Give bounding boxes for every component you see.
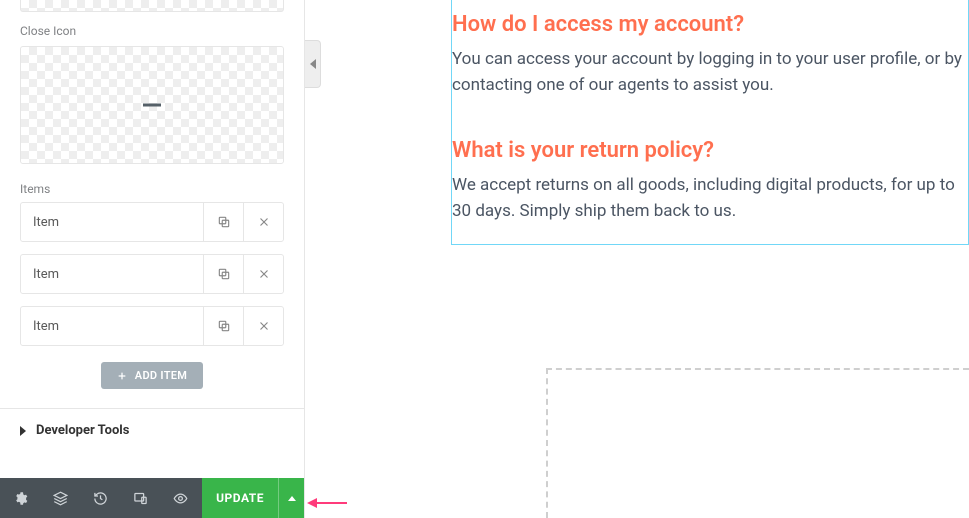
remove-button[interactable] — [243, 307, 283, 345]
developer-tools-label: Developer Tools — [36, 423, 129, 438]
preview-button[interactable] — [160, 478, 200, 518]
repeater-item-label: Item — [21, 255, 203, 293]
bottom-bar: UPDATE — [0, 478, 304, 518]
panel-scroll: Close Icon Items Item Item — [0, 0, 304, 408]
repeater-item-label: Item — [21, 203, 203, 241]
collapse-sidebar-handle[interactable] — [305, 40, 321, 88]
caret-right-icon — [20, 426, 26, 436]
faq-item: How do I access my account? You can acce… — [452, 0, 968, 98]
panel-inner: Close Icon Items Item Item — [0, 0, 304, 407]
copy-icon — [217, 267, 231, 281]
duplicate-button[interactable] — [203, 307, 243, 345]
items-label: Items — [20, 182, 284, 196]
history-icon — [93, 491, 108, 506]
update-label: UPDATE — [216, 491, 264, 505]
duplicate-button[interactable] — [203, 203, 243, 241]
navigator-button[interactable] — [40, 478, 80, 518]
add-item-label: ADD ITEM — [135, 369, 187, 382]
remove-button[interactable] — [243, 255, 283, 293]
chevron-left-icon — [310, 59, 316, 69]
faq-item: What is your return policy? We accept re… — [452, 126, 968, 224]
close-icon — [257, 267, 271, 281]
copy-icon — [217, 319, 231, 333]
add-item-button[interactable]: ADD ITEM — [101, 362, 203, 389]
duplicate-button[interactable] — [203, 255, 243, 293]
repeater-item[interactable]: Item — [20, 254, 284, 294]
close-icon-media-preview[interactable] — [20, 46, 284, 164]
panel-gap — [0, 452, 304, 478]
empty-section-placeholder[interactable] — [546, 368, 969, 518]
repeater-item[interactable]: Item — [20, 202, 284, 242]
add-item-wrap: ADD ITEM — [20, 358, 284, 407]
preview-canvas: How do I access my account? You can acce… — [321, 0, 969, 518]
caret-up-icon — [288, 496, 296, 501]
faq-answer: You can access your account by logging i… — [452, 47, 968, 98]
repeater-item[interactable]: Item — [20, 306, 284, 346]
remove-button[interactable] — [243, 203, 283, 241]
developer-tools-section[interactable]: Developer Tools — [0, 408, 304, 452]
faq-answer: We accept returns on all goods, includin… — [452, 173, 968, 224]
repeater-item-label: Item — [21, 307, 203, 345]
close-icon-label: Close Icon — [20, 24, 284, 38]
history-button[interactable] — [80, 478, 120, 518]
settings-button[interactable] — [0, 478, 40, 518]
close-icon — [257, 215, 271, 229]
editor-sidebar: Close Icon Items Item Item — [0, 0, 305, 518]
faq-widget-selected[interactable]: How do I access my account? You can acce… — [451, 0, 969, 245]
minus-icon — [143, 104, 161, 107]
layers-icon — [53, 491, 68, 506]
update-button[interactable]: UPDATE — [202, 478, 278, 518]
faq-question: What is your return policy? — [452, 138, 968, 163]
gear-icon — [13, 491, 28, 506]
eye-icon — [173, 491, 188, 506]
copy-icon — [217, 215, 231, 229]
annotation-arrow — [307, 496, 347, 510]
active-icon-media-preview[interactable] — [20, 0, 284, 12]
plus-icon — [117, 371, 127, 381]
responsive-icon — [133, 491, 148, 506]
responsive-button[interactable] — [120, 478, 160, 518]
items-repeater: Item Item — [20, 202, 284, 346]
close-icon — [257, 319, 271, 333]
faq-question: How do I access my account? — [452, 12, 968, 37]
update-options-button[interactable] — [278, 478, 304, 518]
